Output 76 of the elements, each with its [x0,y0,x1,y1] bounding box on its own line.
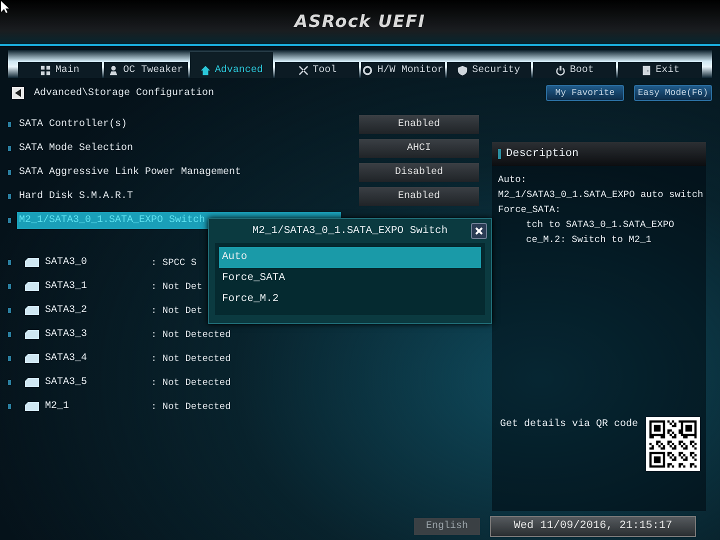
menu-tab[interactable]: Advanced [190,52,274,78]
device-status: : Not Detected [151,376,231,388]
device-name: SATA3_2 [45,304,88,316]
setting-value-button[interactable]: Enabled [359,114,479,134]
menu-tab[interactable]: Tool [275,62,359,78]
description-line: M2_1/SATA3_0_1.SATA_EXPO auto switch [498,188,700,202]
door-icon [640,64,652,76]
row-marker-icon [8,356,11,360]
menu-tab[interactable]: Security [446,62,530,78]
back-arrow-icon [15,89,21,97]
description-line: Auto: [498,173,528,187]
drive-icon [25,258,39,266]
datetime-display: Wed 11/09/2016, 21:15:17 [490,516,696,536]
house-icon [200,64,211,76]
row-marker-icon [8,170,11,174]
menu-tab[interactable]: Main [18,62,102,78]
row-marker-icon [8,194,11,198]
menu-tab[interactable]: H/W Monitor [361,62,445,78]
logo-text: ASRock UEFI [294,12,426,32]
grid-icon [40,64,52,76]
drive-icon [25,378,39,386]
description-line: Force_SATA: [498,203,562,217]
shield-icon [457,64,468,76]
close-icon [475,227,483,235]
close-button[interactable] [471,223,487,239]
mouse-pointer-icon [1,1,9,13]
device-name: SATA3_4 [45,352,88,364]
device-status: : Not Detected [151,328,231,340]
row-marker-icon [8,122,11,126]
row-marker-icon [8,284,11,288]
device-name: SATA3_5 [45,376,88,388]
device-name: SATA3_3 [45,328,88,340]
option-item[interactable]: Force_SATA [219,268,481,289]
device-status: : Not Detected [151,400,231,412]
setting-label[interactable]: Hard Disk S.M.A.R.T [17,188,345,204]
setting-label[interactable]: SATA Aggressive Link Power Management [17,164,345,180]
row-marker-icon [8,146,11,150]
header-button[interactable]: Easy Mode(F6) [634,85,712,101]
header-button[interactable]: My Favorite [546,85,624,101]
description-line: tch to SATA3_0_1.SATA_EXPO [525,218,676,232]
row-marker-icon [8,380,11,384]
setting-value-button[interactable]: AHCI [359,138,479,158]
power-icon [554,64,566,76]
setting-label[interactable]: SATA Controller(s) [17,116,345,132]
drive-icon [25,306,39,314]
breadcrumb: Advanced\Storage Configuration [34,88,214,98]
device-name: SATA3_0 [45,256,88,268]
row-marker-icon [8,308,11,312]
description-line: ce_M.2: Switch to M2_1 [525,233,652,247]
device-name: SATA3_1 [45,280,88,292]
row-marker-icon [8,404,11,408]
setting-label[interactable]: SATA Mode Selection [17,140,345,156]
device-status: : Not Detected [151,352,231,364]
qr-caption: Get details via QR code [500,419,638,430]
menu-tab[interactable]: Exit [618,62,702,78]
row-marker-icon [8,260,11,264]
menu-tab[interactable]: Boot [532,62,616,78]
setting-value-button[interactable]: Disabled [359,162,479,182]
device-status: : Not Det [151,280,202,292]
drive-icon [25,354,39,362]
drive-icon [25,282,39,290]
qr-code-drawing [646,417,700,471]
language-button[interactable]: English [414,518,480,534]
device-name: M2_1 [45,400,70,412]
setting-value-button[interactable]: Enabled [359,186,479,206]
drive-icon [25,330,39,338]
option-item[interactable]: Force_M.2 [219,289,481,310]
person-icon [108,64,120,76]
drive-icon [25,402,39,410]
device-status: : Not Det [151,304,202,316]
description-title: Description [506,148,579,160]
menu-tab[interactable]: OC Tweaker [104,62,188,78]
device-status: : SPCC S [151,256,197,268]
back-button[interactable] [12,87,24,99]
row-marker-icon [8,332,11,336]
row-marker-icon [8,218,11,222]
